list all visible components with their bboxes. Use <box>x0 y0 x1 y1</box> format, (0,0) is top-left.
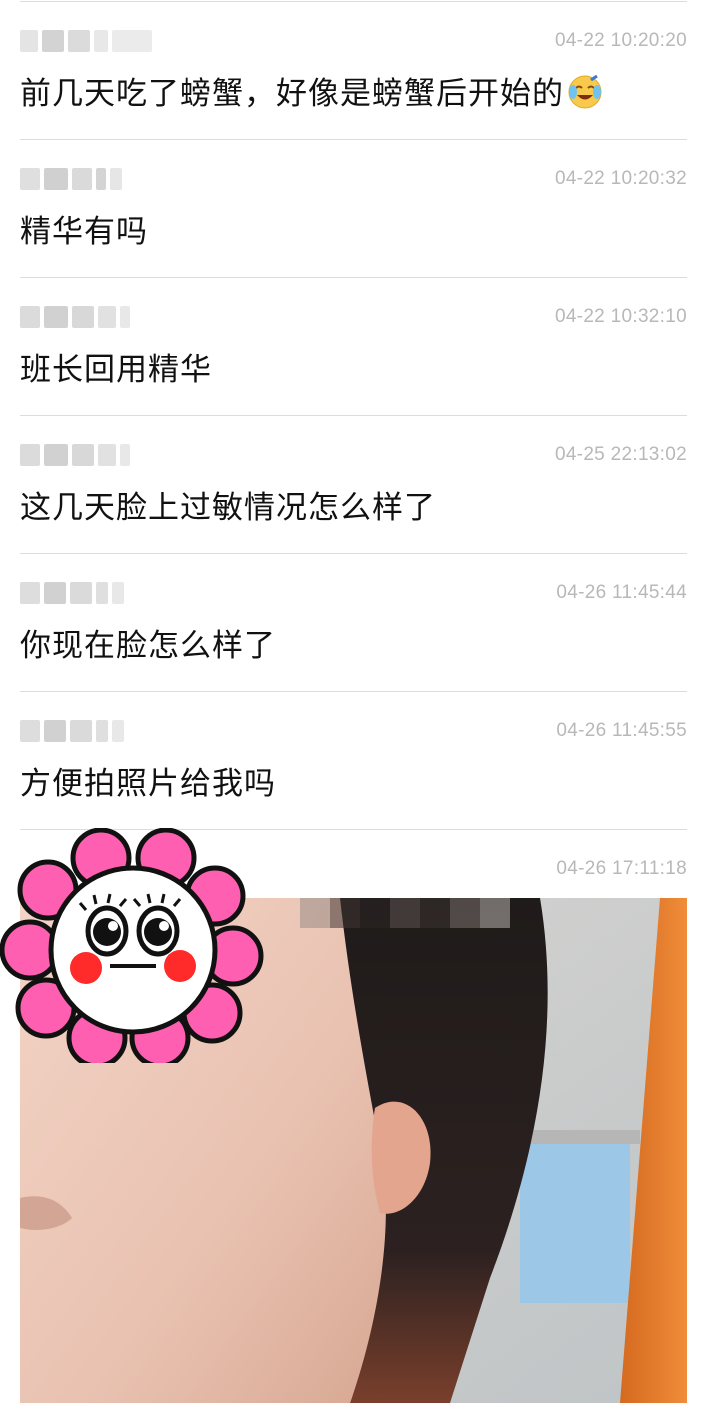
blurred-username <box>20 580 124 606</box>
message-text: 班长回用精华 <box>20 352 212 388</box>
blurred-username <box>20 28 152 54</box>
laughing-tears-emoji-icon <box>566 72 604 110</box>
list-item[interactable]: 04-22 10:20:20 前几天吃了螃蟹，好像是螃蟹后开始的 <box>20 0 687 138</box>
timestamp: 04-22 10:20:32 <box>554 168 687 189</box>
list-item[interactable]: 04-22 10:32:10 班长回用精华 <box>20 276 687 414</box>
blurred-username <box>20 304 130 330</box>
timestamp: 04-25 22:13:02 <box>554 444 687 465</box>
timestamp: 04-26 11:45:55 <box>556 720 687 741</box>
flower-sticker <box>0 827 265 1069</box>
list-item[interactable]: 04-22 10:20:32 精华有吗 <box>20 138 687 276</box>
blurred-username <box>20 442 130 468</box>
timestamp: 04-22 10:20:20 <box>554 30 687 51</box>
message-text: 这几天脸上过敏情况怎么样了 <box>20 490 436 526</box>
timestamp: 04-26 17:11:18 <box>556 858 687 879</box>
message-text: 你现在脸怎么样了 <box>20 628 276 664</box>
blurred-username <box>20 166 122 192</box>
list-item[interactable]: 04-26 11:45:55 方便拍照片给我吗 <box>20 690 687 828</box>
timestamp: 04-26 11:45:44 <box>556 582 687 603</box>
message-text: 方便拍照片给我吗 <box>20 766 276 802</box>
list-item[interactable]: 04-25 22:13:02 这几天脸上过敏情况怎么样了 <box>20 414 687 552</box>
message-text: 前几天吃了螃蟹，好像是螃蟹后开始的 <box>20 68 604 113</box>
blurred-username <box>20 718 124 744</box>
list-item[interactable]: 04-26 11:45:44 你现在脸怎么样了 <box>20 552 687 690</box>
message-text: 精华有吗 <box>20 214 148 250</box>
timestamp: 04-22 10:32:10 <box>554 306 687 327</box>
